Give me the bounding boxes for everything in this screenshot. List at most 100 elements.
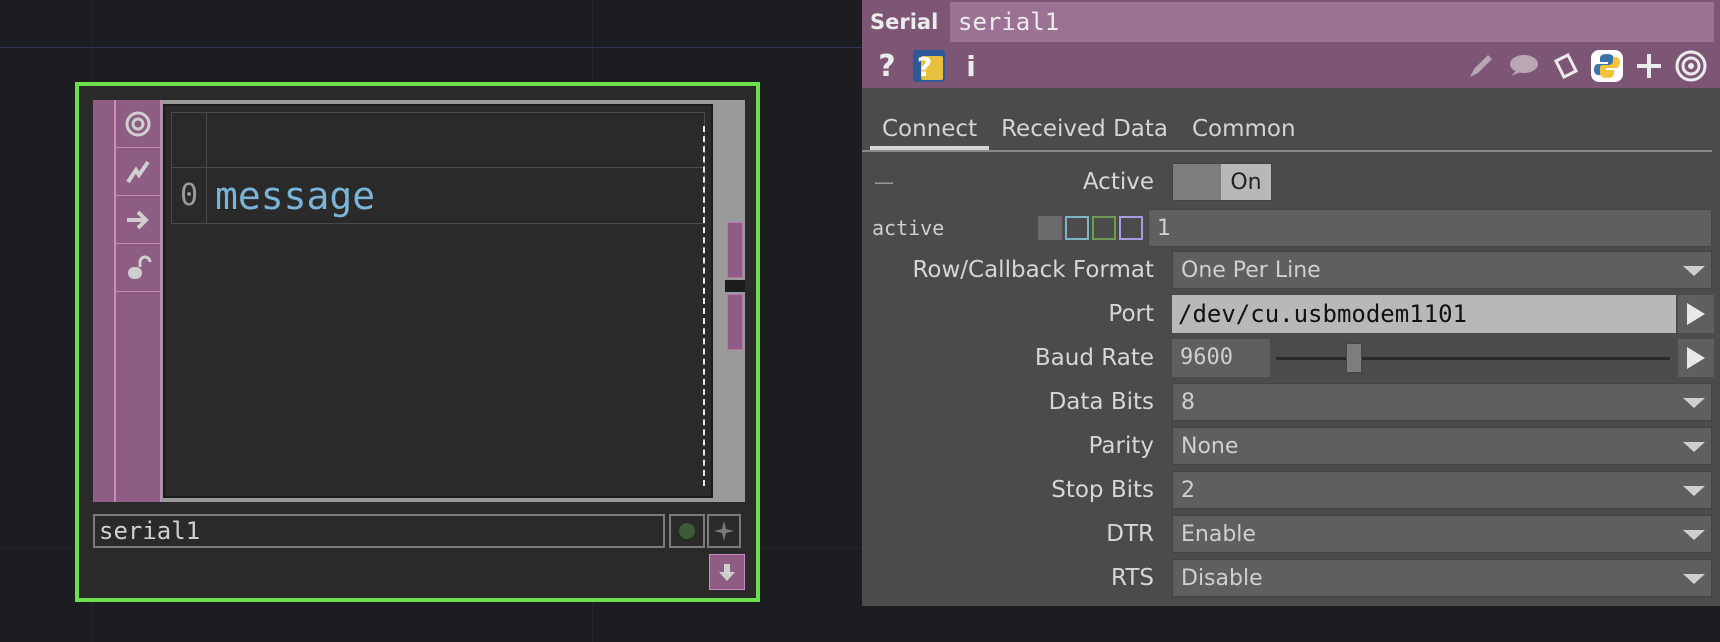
- lock-icon[interactable]: [116, 244, 160, 292]
- play-icon: [1687, 347, 1705, 369]
- port-field[interactable]: /dev/cu.usbmodem1101: [1172, 295, 1676, 333]
- chevron-down-icon: [1683, 486, 1705, 496]
- node-name-row: serial1: [93, 514, 745, 548]
- dropdown-value: Enable: [1181, 521, 1256, 547]
- node-name-field[interactable]: serial1: [93, 514, 665, 548]
- param-active-channel: active 1: [862, 208, 1720, 248]
- play-icon: [1687, 303, 1705, 325]
- row-format-dropdown[interactable]: One Per Line: [1172, 251, 1712, 289]
- dtr-dropdown[interactable]: Enable: [1172, 515, 1712, 553]
- param-label: Baud Rate: [1034, 345, 1154, 371]
- param-label: RTS: [1111, 565, 1154, 591]
- export-icon[interactable]: [116, 196, 160, 244]
- param-row-format: Row/Callback Format One Per Line: [862, 250, 1720, 290]
- slider-handle[interactable]: [1346, 343, 1362, 373]
- dropdown-value: 2: [1181, 477, 1195, 503]
- param-label: Row/Callback Format: [912, 257, 1154, 283]
- edit-icon[interactable]: [1462, 47, 1500, 85]
- chevron-down-icon: [1683, 574, 1705, 584]
- param-label: Data Bits: [1048, 389, 1154, 415]
- help-icon[interactable]: ?: [868, 47, 906, 85]
- row-index-header: [171, 113, 207, 167]
- scroll-divider: [725, 280, 745, 292]
- bypass-flag[interactable]: [669, 514, 705, 548]
- chevron-down-icon: [1683, 530, 1705, 540]
- baud-menu-button[interactable]: [1678, 339, 1714, 377]
- param-stop-bits: Stop Bits 2: [862, 470, 1720, 510]
- chevron-down-icon: [1683, 266, 1705, 276]
- viewer-icon[interactable]: [116, 100, 160, 148]
- param-dash: —: [874, 170, 894, 194]
- param-dtr: DTR Enable: [862, 514, 1720, 554]
- table-row: 0 message: [171, 168, 705, 224]
- panel-toolbar: ? ? i: [862, 44, 1720, 88]
- dropdown-value: None: [1181, 433, 1239, 459]
- param-active: — Active On: [862, 162, 1720, 202]
- param-label: Stop Bits: [1051, 477, 1154, 503]
- swatch-violet[interactable]: [1119, 216, 1143, 240]
- data-table: 0 message: [171, 112, 705, 224]
- data-bits-dropdown[interactable]: 8: [1172, 383, 1712, 421]
- scroll-thumb-lower[interactable]: [727, 294, 743, 350]
- baud-rate-slider[interactable]: [1276, 357, 1670, 360]
- network-wire: [0, 47, 862, 48]
- clipboard-icon[interactable]: [1546, 47, 1584, 85]
- channel-value-field[interactable]: 1: [1148, 209, 1712, 247]
- param-rts: RTS Disable: [862, 558, 1720, 598]
- channel-swatches: [1038, 216, 1143, 240]
- operator-snippets-icon[interactable]: ?: [910, 47, 948, 85]
- dropdown-value: 8: [1181, 389, 1195, 415]
- param-label: Active: [1082, 169, 1154, 195]
- rts-dropdown[interactable]: Disable: [1172, 559, 1712, 597]
- operator-name-field[interactable]: serial1: [950, 2, 1714, 42]
- table-header-row: [171, 112, 705, 168]
- node-left-strip: [93, 100, 115, 502]
- serial-dat-node[interactable]: 0 message serial1: [75, 82, 760, 602]
- toggle-off-side: [1173, 164, 1221, 200]
- dropdown-value: Disable: [1181, 565, 1263, 591]
- tab-received-data[interactable]: Received Data: [989, 110, 1180, 150]
- display-flag[interactable]: [707, 514, 741, 548]
- dropdown-value: One Per Line: [1181, 257, 1321, 283]
- param-baud-rate: Baud Rate 9600: [862, 338, 1720, 378]
- toggle-on-label: On: [1221, 164, 1271, 200]
- stop-bits-dropdown[interactable]: 2: [1172, 471, 1712, 509]
- add-icon[interactable]: [1630, 47, 1668, 85]
- comment-icon[interactable]: [1504, 47, 1542, 85]
- table-viewer[interactable]: 0 message: [163, 104, 713, 498]
- parity-dropdown[interactable]: None: [1172, 427, 1712, 465]
- info-icon[interactable]: i: [952, 47, 990, 85]
- param-port: Port /dev/cu.usbmodem1101: [862, 294, 1720, 334]
- column-edge-marker: [703, 126, 705, 486]
- panel-header: Serial serial1 ? ? i: [862, 0, 1720, 88]
- viewer-scrollbar[interactable]: [725, 100, 745, 502]
- parameter-tabs: Connect Received Data Common: [862, 110, 1712, 152]
- param-data-bits: Data Bits 8: [862, 382, 1720, 422]
- scroll-thumb-upper[interactable]: [727, 222, 743, 278]
- chevron-down-icon: [1683, 442, 1705, 452]
- expand-down-button[interactable]: [709, 554, 745, 590]
- tab-connect[interactable]: Connect: [870, 110, 990, 150]
- param-label: Port: [1108, 301, 1154, 327]
- tab-common[interactable]: Common: [1180, 110, 1308, 150]
- param-parity: Parity None: [862, 426, 1720, 466]
- parameter-panel: Serial serial1 ? ? i Connect Received Da…: [862, 0, 1720, 606]
- baud-rate-field[interactable]: 9600: [1172, 339, 1270, 377]
- swatch-green[interactable]: [1092, 216, 1116, 240]
- active-toggle[interactable]: On: [1172, 163, 1272, 201]
- operator-type-label: Serial: [870, 10, 939, 34]
- channel-name: active: [872, 216, 945, 240]
- node-viewer-area: 0 message: [93, 100, 745, 502]
- row-index: 0: [171, 168, 207, 223]
- python-icon[interactable]: [1588, 47, 1626, 85]
- port-menu-button[interactable]: [1678, 295, 1714, 333]
- svg-text:?: ?: [917, 53, 932, 83]
- swatch-gray[interactable]: [1038, 216, 1062, 240]
- swatch-cyan[interactable]: [1065, 216, 1089, 240]
- chevron-down-icon: [1683, 398, 1705, 408]
- cook-icon[interactable]: [116, 148, 160, 196]
- param-label: Parity: [1088, 433, 1154, 459]
- viewer-icon[interactable]: [1672, 47, 1710, 85]
- arrow-down-icon: [719, 564, 735, 581]
- column-header: [207, 113, 705, 167]
